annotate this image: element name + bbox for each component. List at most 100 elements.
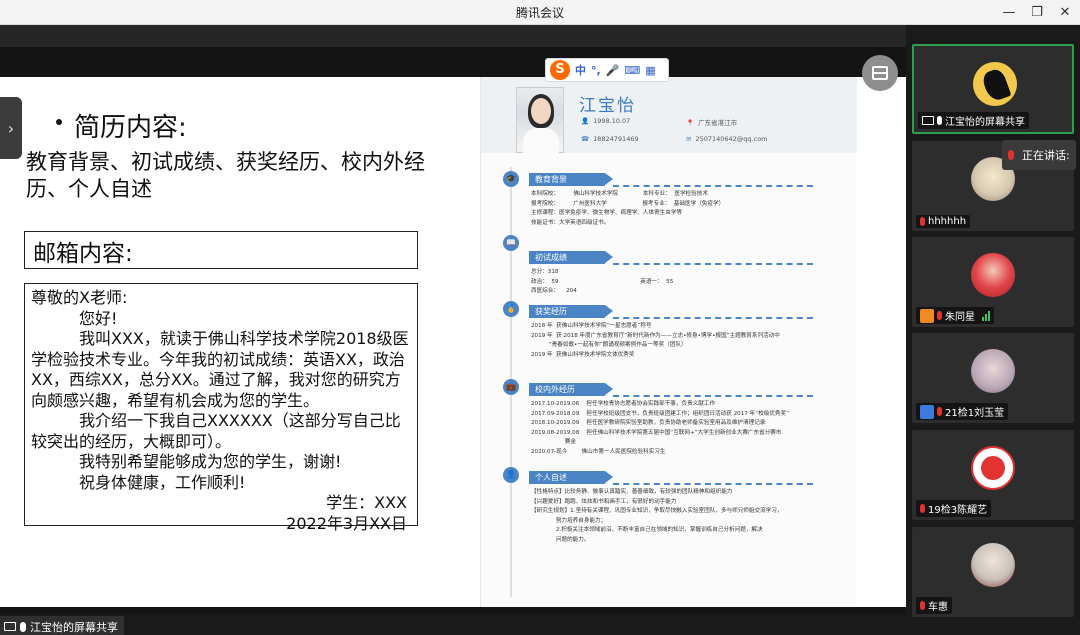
- participant-tile[interactable]: 19检3陈耀艺: [912, 430, 1074, 520]
- resume-line: 【研究生规划】1.坚持有关课程、巩固专业知识，争取尽快融入实验室团队、多与师兄师…: [531, 508, 783, 514]
- resume-line: 西医综合： 204: [531, 288, 577, 294]
- resume-line: 努力培养自身能力；: [531, 517, 607, 524]
- shared-screen-area: 简历内容: 教育背景、初试成绩、获奖经历、校内外经历、个人自述 邮箱内容: 尊敬…: [0, 25, 906, 635]
- restore-icon[interactable]: ❐: [1028, 3, 1046, 21]
- letter-greeting: 尊敬的X老师:: [31, 288, 128, 307]
- user-icon: 👤: [581, 117, 590, 125]
- avatar: [973, 62, 1017, 106]
- microphone-icon: [20, 621, 26, 632]
- letter-paragraph-2: 我介绍一下我自己XXXXXX（这部分写自己比较突出的经历，大概即可）。: [31, 411, 401, 451]
- phone-icon: ☎: [581, 135, 590, 143]
- resume-page: 江宝怡 👤 1998.10.07 📍 广东省湛江市 ☎ 18824791469 ✉ 25…: [480, 77, 857, 607]
- resume-line: 2020.07-现今 佛山市第一人民医院检验科实习生: [531, 448, 666, 455]
- resume-line: 总分：318: [531, 269, 559, 275]
- section-divider: [613, 263, 813, 265]
- window-title: 腾讯会议: [515, 6, 564, 20]
- letter-box: 尊敬的X老师: 您好! 我叫XXX，就读于佛山科学技术学院2018级医学检验技术…: [24, 283, 418, 533]
- letter-paragraph-3: 我特别希望能够成为您的学生，谢谢!: [79, 452, 342, 471]
- ime-punctuation-toggle[interactable]: °,: [591, 64, 601, 77]
- letter-paragraph-1: 我叫XXX，就读于佛山科学技术学院2018级医学检验技术专业。今年我的初试成绩：…: [31, 329, 409, 410]
- keyboard-icon[interactable]: ⌨: [624, 64, 640, 77]
- participant-name: hhhhhh: [928, 216, 967, 227]
- avatar: [971, 543, 1015, 587]
- resume-line: 政治： 59 英语一： 55: [531, 278, 674, 285]
- resume-email: ✉ 2507140642@qq.com: [686, 135, 768, 143]
- section-award: 获奖经历: [529, 305, 613, 318]
- participant-tile[interactable]: 朱同星: [912, 237, 1074, 327]
- resume-place: 📍 广东省湛江市: [686, 119, 738, 127]
- resume-line: 2017.10-2019.06 担任学校青协志愿者协会实践部干事，负责义献工作: [531, 401, 716, 407]
- resume-line: 2018 年 获佛山科学技术学院“一星志愿者”称号: [531, 323, 652, 329]
- briefcase-icon: 💼: [503, 379, 519, 395]
- slide-heading: 简历内容:: [74, 113, 187, 143]
- resume-line: 2.积极关注本领域前沿、不断丰富自己在领域的知识，掌握训练自己分析问题，解决: [531, 527, 763, 533]
- resume-line: 报考院校： 广州医科大学 报考专业： 基础医学（免疫学）: [531, 200, 725, 207]
- participant-name: 19检3陈耀艺: [928, 505, 988, 516]
- sogou-logo-icon: S: [550, 60, 570, 80]
- resume-name: 江宝怡: [579, 96, 636, 116]
- avatar: [971, 446, 1015, 490]
- speaking-indicator: 正在讲话:: [1002, 140, 1076, 170]
- title-bar: 腾讯会议 — ❐ ✕: [0, 0, 1080, 25]
- resume-line: 本科院校： 佛山科学技术学院 本科专业： 医学检验技术: [531, 191, 708, 197]
- resume-line: 【兴趣爱好】跑跑、炫炫和书和画手工，有很好的动手能力: [531, 498, 677, 505]
- section-divider: [613, 395, 813, 397]
- letter-date: 2022年3月XX日: [286, 513, 407, 533]
- person-icon: 👤: [503, 467, 519, 483]
- participant-label: 19检3陈耀艺: [916, 500, 992, 517]
- book-icon: 📖: [503, 235, 519, 251]
- resume-birth: 👤 1998.10.07: [581, 117, 631, 125]
- section-divider: [613, 317, 813, 319]
- participant-tile[interactable]: 车惠: [912, 527, 1074, 617]
- expand-panel-handle[interactable]: ›: [0, 97, 22, 159]
- resume-line: 赛金: [531, 439, 576, 445]
- layout-icon: [872, 66, 888, 80]
- resume-line: 问题的能力。: [531, 536, 590, 543]
- speaking-label: 正在讲话:: [1022, 149, 1070, 162]
- screen-share-label-text: 江宝怡的屏幕共享: [30, 620, 118, 634]
- avatar: [971, 253, 1015, 297]
- slide-body: 教育背景、初试成绩、获奖经历、校内外经历、个人自述: [26, 150, 425, 201]
- resume-line: 2018.10-2019.09 担任医学教研院实验室助教，负责协助老师备实验室用…: [531, 420, 766, 426]
- mail-icon: ✉: [686, 135, 692, 143]
- section-education: 教育背景: [529, 173, 613, 186]
- resume-header: 江宝怡 👤 1998.10.07 📍 广东省湛江市 ☎ 18824791469 ✉ 25…: [481, 77, 857, 154]
- section-campus: 校内外经历: [529, 383, 613, 396]
- participant-label: 车惠: [916, 597, 952, 614]
- grid-icon[interactable]: ▦: [645, 64, 655, 77]
- minimize-icon[interactable]: —: [1000, 3, 1018, 21]
- award-icon: 🏅: [503, 301, 519, 317]
- participant-name: 车惠: [928, 602, 948, 613]
- resume-line: 技能证书：大学英语四级证书。: [531, 219, 610, 226]
- participant-label: 朱同星: [916, 307, 994, 324]
- microphone-muted-icon: [920, 601, 925, 610]
- letter-paragraph-4: 祝身体健康，工作顺利!: [79, 472, 246, 492]
- close-icon[interactable]: ✕: [1056, 3, 1074, 21]
- resume-line: 2019.08-2019.08 担任佛山科学技术学院第五届中国“互联网+”大学生…: [531, 429, 782, 436]
- microphone-icon: [1008, 150, 1014, 160]
- participant-tile[interactable]: 江宝怡的屏幕共享: [912, 44, 1074, 134]
- participant-name: 21检1刘玉莹: [945, 408, 1005, 419]
- location-icon: 📍: [686, 119, 695, 127]
- participants-panel: 江宝怡的屏幕共享 hhhhhh 朱同星 21检1刘玉莹 19检3陈耀艺 车惠: [906, 25, 1080, 635]
- window-controls: — ❐ ✕: [1000, 3, 1074, 21]
- resume-line: 2017.09-2018.09 担任学校班级团支书，负责班级团建工作；组织团日活…: [531, 410, 789, 417]
- user-icon: [920, 404, 934, 419]
- screen-share-icon: [922, 116, 934, 125]
- bullet-dot: [56, 119, 62, 125]
- participant-tile[interactable]: 21检1刘玉莹: [912, 333, 1074, 423]
- resume-line: 2019 年 获佛山科学技术学院文体优秀奖: [531, 351, 635, 358]
- layout-toggle-button[interactable]: [862, 55, 898, 91]
- section-divider: [613, 483, 813, 485]
- bottom-bar: [0, 614, 906, 635]
- resume-line: 主修课程：医学免疫学、微生物学、病理学、人体寄生虫学等: [531, 210, 683, 216]
- microphone-icon[interactable]: 🎤: [606, 64, 620, 77]
- section-self: 个人自述: [529, 471, 613, 484]
- ime-toolbar[interactable]: S 中 °, 🎤 ⌨ ▦: [545, 58, 669, 82]
- mail-title: 邮箱内容:: [24, 231, 418, 269]
- resume-phone: ☎ 18824791469: [581, 135, 639, 143]
- microphone-muted-icon: [937, 311, 942, 320]
- presentation-slide: 简历内容: 教育背景、初试成绩、获奖经历、校内外经历、个人自述 邮箱内容: 尊敬…: [0, 77, 906, 607]
- ime-language-toggle[interactable]: 中: [575, 62, 586, 78]
- screen-share-icon: [4, 622, 16, 631]
